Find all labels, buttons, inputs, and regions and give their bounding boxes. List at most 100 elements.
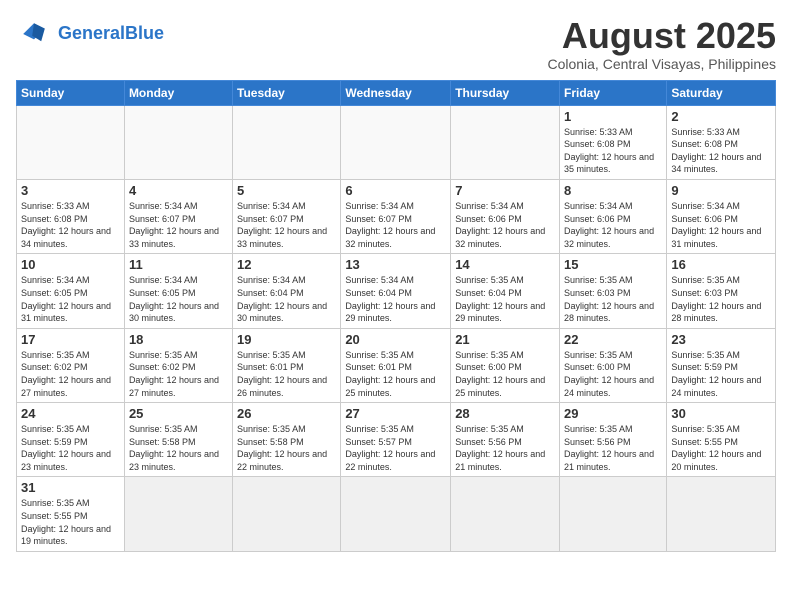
calendar-cell: 23 Sunrise: 5:35 AM Sunset: 5:59 PM Dayli…: [667, 328, 776, 402]
day-number: 24: [21, 406, 120, 421]
day-number: 4: [129, 183, 228, 198]
day-info: Sunrise: 5:35 AM Sunset: 6:04 PM Dayligh…: [455, 274, 555, 324]
day-number: 29: [564, 406, 662, 421]
calendar-cell: [451, 105, 560, 179]
calendar-cell: 7 Sunrise: 5:34 AM Sunset: 6:06 PM Daylig…: [451, 179, 560, 253]
day-info: Sunrise: 5:35 AM Sunset: 6:02 PM Dayligh…: [21, 349, 120, 399]
week-row-5: 24 Sunrise: 5:35 AM Sunset: 5:59 PM Dayli…: [17, 403, 776, 477]
day-info: Sunrise: 5:34 AM Sunset: 6:05 PM Dayligh…: [129, 274, 228, 324]
calendar-cell: 12Sunrise: 5:34 AM Sunset: 6:04 PM Dayli…: [233, 254, 341, 328]
day-number: 28: [455, 406, 555, 421]
weekday-header-row: SundayMondayTuesdayWednesdayThursdayFrid…: [17, 80, 776, 105]
calendar-cell: [451, 477, 560, 551]
calendar: SundayMondayTuesdayWednesdayThursdayFrid…: [16, 80, 776, 552]
calendar-cell: 4 Sunrise: 5:34 AM Sunset: 6:07 PM Daylig…: [124, 179, 232, 253]
logo-general: General: [58, 23, 125, 43]
day-number: 3: [21, 183, 120, 198]
day-info: Sunrise: 5:35 AM Sunset: 5:56 PM Dayligh…: [564, 423, 662, 473]
day-info: Sunrise: 5:35 AM Sunset: 5:57 PM Dayligh…: [345, 423, 446, 473]
day-info: Sunrise: 5:35 AM Sunset: 6:02 PM Dayligh…: [129, 349, 228, 399]
day-info: Sunrise: 5:35 AM Sunset: 5:58 PM Dayligh…: [129, 423, 228, 473]
day-info: Sunrise: 5:34 AM Sunset: 6:07 PM Dayligh…: [345, 200, 446, 250]
day-info: Sunrise: 5:35 AM Sunset: 5:58 PM Dayligh…: [237, 423, 336, 473]
day-info: Sunrise: 5:35 AM Sunset: 6:00 PM Dayligh…: [564, 349, 662, 399]
day-info: Sunrise: 5:34 AM Sunset: 6:07 PM Dayligh…: [237, 200, 336, 250]
subtitle: Colonia, Central Visayas, Philippines: [547, 56, 776, 72]
day-info: Sunrise: 5:35 AM Sunset: 5:59 PM Dayligh…: [671, 349, 771, 399]
calendar-cell: [17, 105, 125, 179]
logo-icon: [16, 16, 52, 52]
calendar-cell: 8 Sunrise: 5:34 AM Sunset: 6:06 PM Daylig…: [560, 179, 667, 253]
week-row-6: 31 Sunrise: 5:35 AM Sunset: 5:55 PM Dayli…: [17, 477, 776, 551]
weekday-header-monday: Monday: [124, 80, 232, 105]
weekday-header-thursday: Thursday: [451, 80, 560, 105]
day-info: Sunrise: 5:34 AM Sunset: 6:04 PM Dayligh…: [345, 274, 446, 324]
day-info: Sunrise: 5:34 AM Sunset: 6:06 PM Dayligh…: [455, 200, 555, 250]
calendar-cell: 21Sunrise: 5:35 AM Sunset: 6:00 PM Dayli…: [451, 328, 560, 402]
day-number: 11: [129, 257, 228, 272]
calendar-cell: 5 Sunrise: 5:34 AM Sunset: 6:07 PM Daylig…: [233, 179, 341, 253]
day-number: 27: [345, 406, 446, 421]
day-number: 15: [564, 257, 662, 272]
day-number: 31: [21, 480, 120, 495]
calendar-cell: 3 Sunrise: 5:33 AM Sunset: 6:08 PM Daylig…: [17, 179, 125, 253]
day-number: 9: [671, 183, 771, 198]
calendar-cell: [667, 477, 776, 551]
calendar-cell: 20 Sunrise: 5:35 AM Sunset: 6:01 PM Dayli…: [341, 328, 451, 402]
day-number: 20: [345, 332, 446, 347]
weekday-header-friday: Friday: [560, 80, 667, 105]
calendar-cell: 29 Sunrise: 5:35 AM Sunset: 5:56 PM Dayli…: [560, 403, 667, 477]
logo: GeneralBlue: [16, 16, 164, 52]
day-number: 1: [564, 109, 662, 124]
day-number: 2: [671, 109, 771, 124]
weekday-header-tuesday: Tuesday: [233, 80, 341, 105]
day-number: 16: [671, 257, 771, 272]
calendar-cell: 18Sunrise: 5:35 AM Sunset: 6:02 PM Dayli…: [124, 328, 232, 402]
day-number: 19: [237, 332, 336, 347]
calendar-cell: 26Sunrise: 5:35 AM Sunset: 5:58 PM Dayli…: [233, 403, 341, 477]
day-info: Sunrise: 5:33 AM Sunset: 6:08 PM Dayligh…: [671, 126, 771, 176]
day-number: 21: [455, 332, 555, 347]
day-info: Sunrise: 5:34 AM Sunset: 6:07 PM Dayligh…: [129, 200, 228, 250]
day-number: 23: [671, 332, 771, 347]
calendar-cell: 9 Sunrise: 5:34 AM Sunset: 6:06 PM Daylig…: [667, 179, 776, 253]
day-number: 17: [21, 332, 120, 347]
page-header: GeneralBlue August 2025 Colonia, Central…: [16, 16, 776, 72]
day-number: 13: [345, 257, 446, 272]
calendar-cell: 19 Sunrise: 5:35 AM Sunset: 6:01 PM Dayli…: [233, 328, 341, 402]
calendar-cell: [341, 105, 451, 179]
day-info: Sunrise: 5:35 AM Sunset: 6:03 PM Dayligh…: [671, 274, 771, 324]
calendar-cell: 30Sunrise: 5:35 AM Sunset: 5:55 PM Dayli…: [667, 403, 776, 477]
day-info: Sunrise: 5:35 AM Sunset: 6:01 PM Dayligh…: [345, 349, 446, 399]
day-number: 10: [21, 257, 120, 272]
day-info: Sunrise: 5:35 AM Sunset: 5:55 PM Dayligh…: [21, 497, 120, 547]
week-row-4: 17 Sunrise: 5:35 AM Sunset: 6:02 PM Dayli…: [17, 328, 776, 402]
calendar-cell: [560, 477, 667, 551]
day-number: 30: [671, 406, 771, 421]
calendar-cell: 28Sunrise: 5:35 AM Sunset: 5:56 PM Dayli…: [451, 403, 560, 477]
calendar-cell: 2 Sunrise: 5:33 AM Sunset: 6:08 PM Daylig…: [667, 105, 776, 179]
calendar-cell: 13 Sunrise: 5:34 AM Sunset: 6:04 PM Dayli…: [341, 254, 451, 328]
calendar-cell: 6Sunrise: 5:34 AM Sunset: 6:07 PM Daylig…: [341, 179, 451, 253]
logo-text: GeneralBlue: [58, 24, 164, 44]
day-info: Sunrise: 5:34 AM Sunset: 6:05 PM Dayligh…: [21, 274, 120, 324]
day-number: 8: [564, 183, 662, 198]
day-number: 22: [564, 332, 662, 347]
day-info: Sunrise: 5:34 AM Sunset: 6:06 PM Dayligh…: [564, 200, 662, 250]
weekday-header-wednesday: Wednesday: [341, 80, 451, 105]
day-info: Sunrise: 5:35 AM Sunset: 6:01 PM Dayligh…: [237, 349, 336, 399]
day-info: Sunrise: 5:34 AM Sunset: 6:06 PM Dayligh…: [671, 200, 771, 250]
day-number: 5: [237, 183, 336, 198]
week-row-2: 3 Sunrise: 5:33 AM Sunset: 6:08 PM Daylig…: [17, 179, 776, 253]
calendar-cell: 10 Sunrise: 5:34 AM Sunset: 6:05 PM Dayli…: [17, 254, 125, 328]
day-info: Sunrise: 5:34 AM Sunset: 6:04 PM Dayligh…: [237, 274, 336, 324]
weekday-header-sunday: Sunday: [17, 80, 125, 105]
day-info: Sunrise: 5:33 AM Sunset: 6:08 PM Dayligh…: [21, 200, 120, 250]
calendar-cell: 27 Sunrise: 5:35 AM Sunset: 5:57 PM Dayli…: [341, 403, 451, 477]
calendar-cell: 16 Sunrise: 5:35 AM Sunset: 6:03 PM Dayli…: [667, 254, 776, 328]
day-number: 7: [455, 183, 555, 198]
calendar-cell: [124, 477, 232, 551]
calendar-cell: 25 Sunrise: 5:35 AM Sunset: 5:58 PM Dayli…: [124, 403, 232, 477]
day-info: Sunrise: 5:35 AM Sunset: 5:59 PM Dayligh…: [21, 423, 120, 473]
day-number: 25: [129, 406, 228, 421]
